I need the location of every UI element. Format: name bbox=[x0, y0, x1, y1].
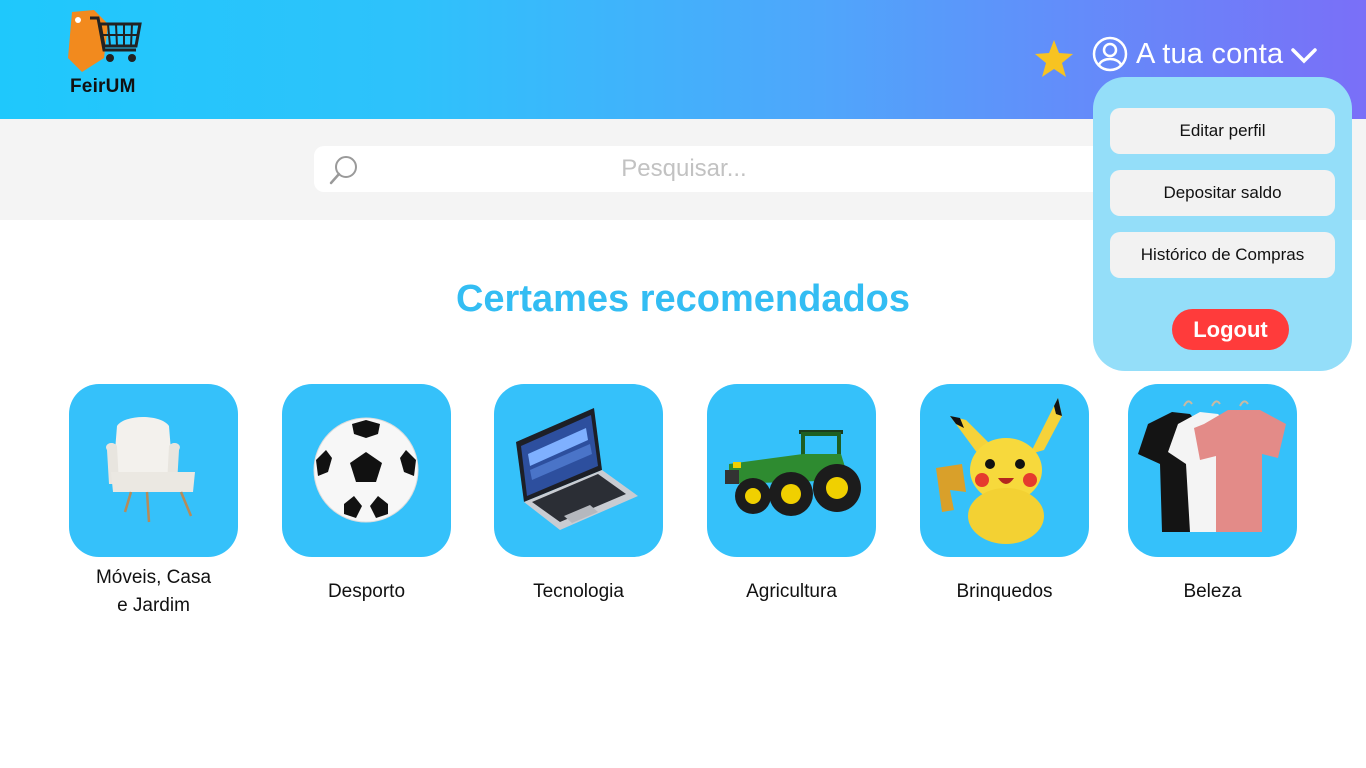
logo-text: FeirUM bbox=[70, 76, 136, 97]
category-agricultura[interactable]: Agricultura bbox=[707, 384, 876, 602]
tshirts-icon bbox=[1138, 400, 1286, 532]
category-beleza[interactable]: Beleza bbox=[1128, 384, 1297, 602]
deposit-balance-button[interactable]: Depositar saldo bbox=[1110, 170, 1335, 216]
category-tile[interactable] bbox=[1128, 384, 1297, 557]
section-title: Certames recomendados bbox=[455, 278, 911, 320]
account-dropdown: Editar perfil Depositar saldo Histórico … bbox=[1093, 77, 1352, 371]
search-icon[interactable] bbox=[328, 154, 360, 186]
account-menu-toggle[interactable]: A tua conta bbox=[1092, 36, 1319, 72]
category-tile[interactable] bbox=[282, 384, 451, 557]
search-input[interactable] bbox=[374, 146, 994, 192]
category-tile[interactable] bbox=[920, 384, 1089, 557]
chevron-down-icon bbox=[1291, 48, 1318, 64]
category-label: Brinquedos bbox=[956, 581, 1053, 602]
category-desporto[interactable]: Desporto bbox=[282, 384, 451, 602]
category-tile[interactable] bbox=[69, 384, 238, 557]
account-label: A tua conta bbox=[1136, 37, 1284, 70]
soccer-ball-icon bbox=[313, 417, 419, 523]
category-label: Desporto bbox=[327, 581, 406, 602]
laptop-icon bbox=[516, 408, 638, 530]
user-avatar-icon bbox=[1092, 36, 1128, 72]
plush-toy-icon bbox=[936, 398, 1062, 544]
category-moveis-casa-jardim[interactable]: Móveis, Casa e Jardim bbox=[69, 384, 238, 616]
favorites-star-icon[interactable] bbox=[1033, 38, 1075, 80]
category-tile[interactable] bbox=[494, 384, 663, 557]
category-label: Agricultura bbox=[746, 581, 837, 602]
category-tile[interactable] bbox=[707, 384, 876, 557]
category-brinquedos[interactable]: Brinquedos bbox=[920, 384, 1089, 602]
tractor-icon bbox=[725, 430, 861, 516]
edit-profile-button[interactable]: Editar perfil bbox=[1110, 108, 1335, 154]
category-label: Móveis, Casa e Jardim bbox=[95, 567, 212, 616]
category-tecnologia[interactable]: Tecnologia bbox=[494, 384, 663, 602]
search-bar bbox=[314, 146, 1104, 192]
category-label: Tecnologia bbox=[533, 581, 624, 602]
purchase-history-button[interactable]: Histórico de Compras bbox=[1110, 232, 1335, 278]
category-label: Beleza bbox=[1183, 581, 1242, 602]
armchair-icon bbox=[106, 417, 195, 523]
